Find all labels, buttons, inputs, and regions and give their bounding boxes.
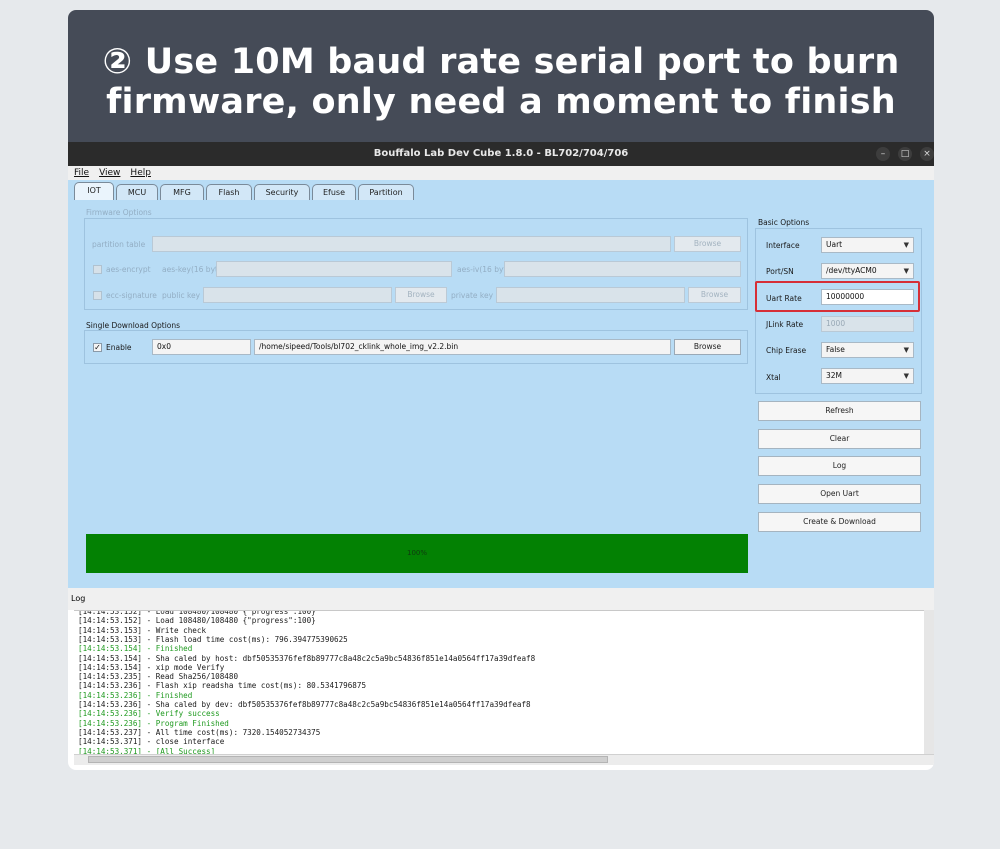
close-button[interactable]: × bbox=[920, 147, 934, 161]
port-label: Port/SN bbox=[766, 267, 794, 276]
aes-iv-field bbox=[504, 261, 741, 277]
public-key-browse-button[interactable]: Browse bbox=[395, 287, 447, 303]
log-line: [14:14:53.153] - Flash load time cost(ms… bbox=[78, 634, 348, 644]
firmware-options-title: Firmware Options bbox=[86, 208, 152, 217]
tab-mcu[interactable]: MCU bbox=[116, 184, 158, 200]
port-select[interactable]: /dev/ttyACM0 ▼ bbox=[821, 263, 914, 279]
log-line: [14:14:53.236] - Sha caled by dev: dbf50… bbox=[78, 700, 531, 709]
window-titlebar: Bouffalo Lab Dev Cube 1.8.0 - BL702/704/… bbox=[68, 142, 934, 166]
chevron-down-icon: ▼ bbox=[903, 267, 909, 275]
log-output[interactable]: [14:14:53.152] - Load 108480/108480 {"pr… bbox=[74, 610, 934, 755]
chip-erase-select[interactable]: False ▼ bbox=[821, 342, 914, 358]
tab-efuse[interactable]: Efuse bbox=[312, 184, 356, 200]
iot-tab-panel: Firmware Options partition table Browse … bbox=[68, 200, 934, 588]
minimize-button[interactable]: – bbox=[876, 147, 890, 161]
screenshot-card: ② Use 10M baud rate serial port to burn … bbox=[68, 10, 934, 770]
enable-checkbox[interactable]: ✓ bbox=[93, 343, 102, 352]
log-line: [14:14:53.153] - Write check bbox=[78, 625, 207, 635]
tab-iot[interactable]: IOT bbox=[74, 182, 114, 200]
public-key-label: public key bbox=[162, 291, 201, 300]
tab-bar: IOT MCU MFG Flash Security Efuse Partiti… bbox=[68, 180, 934, 200]
chevron-down-icon: ▼ bbox=[903, 241, 909, 249]
log-line: [14:14:53.235] - Read Sha256/108480 bbox=[78, 672, 239, 682]
log-horizontal-scrollbar[interactable] bbox=[74, 754, 934, 765]
log-line: [14:14:53.371] - close interface bbox=[78, 737, 225, 747]
file-path-field[interactable]: /home/sipeed/Tools/bl702_cklink_whole_im… bbox=[254, 339, 671, 355]
log-header: Log bbox=[68, 588, 934, 610]
file-browse-button[interactable]: Browse bbox=[674, 339, 741, 355]
enable-label: Enable bbox=[106, 343, 132, 352]
progress-bar: 100% bbox=[86, 534, 748, 573]
port-value: /dev/ttyACM0 bbox=[826, 266, 877, 275]
log-title: Log bbox=[71, 594, 86, 603]
chip-erase-label: Chip Erase bbox=[766, 346, 807, 355]
log-line: [14:14:53.237] - All time cost(ms): 7320… bbox=[78, 727, 321, 737]
log-vertical-scrollbar[interactable] bbox=[924, 610, 934, 754]
maximize-button[interactable]: □ bbox=[898, 147, 912, 161]
menu-view[interactable]: View bbox=[99, 168, 120, 178]
chevron-down-icon: ▼ bbox=[903, 372, 909, 380]
private-key-field bbox=[496, 287, 685, 303]
interface-label: Interface bbox=[766, 241, 800, 250]
log-line: [14:14:53.154] - Sha caled by host: dbf5… bbox=[78, 653, 536, 663]
caption-banner: ② Use 10M baud rate serial port to burn … bbox=[68, 10, 934, 142]
tab-partition[interactable]: Partition bbox=[358, 184, 414, 200]
log-line: [14:14:53.236] - Verify success bbox=[78, 709, 220, 719]
interface-value: Uart bbox=[826, 240, 843, 249]
interface-select[interactable]: Uart ▼ bbox=[821, 237, 914, 253]
caption-line-2: firmware, only need a moment to finish bbox=[106, 82, 896, 122]
log-line: [14:14:53.154] - Finished bbox=[78, 644, 193, 654]
refresh-button[interactable]: Refresh bbox=[758, 401, 921, 421]
menu-file[interactable]: File bbox=[74, 168, 89, 178]
public-key-field bbox=[203, 287, 392, 303]
log-line: [14:14:53.236] - Finished bbox=[78, 690, 193, 700]
aes-key-field bbox=[216, 261, 452, 277]
basic-options-title: Basic Options bbox=[758, 218, 810, 227]
partition-table-field bbox=[152, 236, 671, 252]
window-title: Bouffalo Lab Dev Cube 1.8.0 - BL702/704/… bbox=[373, 148, 629, 159]
xtal-value: 32M bbox=[826, 371, 843, 380]
caption-line-1: ② Use 10M baud rate serial port to burn bbox=[102, 42, 900, 82]
xtal-select[interactable]: 32M ▼ bbox=[821, 368, 914, 384]
log-line: [14:14:53.236] - Program Finished bbox=[78, 718, 229, 728]
partition-table-label: partition table bbox=[92, 240, 146, 249]
clear-button[interactable]: Clear bbox=[758, 429, 921, 449]
aes-encrypt-checkbox[interactable] bbox=[93, 265, 102, 274]
chip-erase-value: False bbox=[826, 345, 845, 354]
xtal-label: Xtal bbox=[766, 373, 781, 382]
private-key-label: private key bbox=[451, 291, 494, 300]
menu-bar: File View Help bbox=[68, 166, 934, 180]
aes-encrypt-label: aes-encrypt bbox=[106, 265, 151, 274]
jlink-rate-field: 1000 bbox=[821, 316, 914, 332]
partition-browse-button[interactable]: Browse bbox=[674, 236, 741, 252]
log-line: [14:14:53.154] - xip mode Verify bbox=[78, 662, 225, 672]
log-line: [14:14:53.236] - Flash xip readsha time … bbox=[78, 681, 367, 691]
ecc-signature-label: ecc-signature bbox=[106, 291, 157, 300]
ecc-signature-checkbox[interactable] bbox=[93, 291, 102, 300]
open-uart-button[interactable]: Open Uart bbox=[758, 484, 921, 504]
tab-flash[interactable]: Flash bbox=[206, 184, 252, 200]
address-field[interactable]: 0x0 bbox=[152, 339, 251, 355]
chevron-down-icon: ▼ bbox=[903, 346, 909, 354]
jlink-rate-label: JLink Rate bbox=[766, 320, 804, 329]
progress-label: 100% bbox=[406, 549, 427, 557]
uart-rate-highlight-box bbox=[755, 281, 920, 312]
log-button[interactable]: Log bbox=[758, 456, 921, 476]
tab-mfg[interactable]: MFG bbox=[160, 184, 204, 200]
scrollbar-thumb[interactable] bbox=[88, 756, 608, 763]
private-key-browse-button[interactable]: Browse bbox=[688, 287, 741, 303]
create-download-button[interactable]: Create & Download bbox=[758, 512, 921, 532]
menu-help[interactable]: Help bbox=[130, 168, 151, 178]
single-download-title: Single Download Options bbox=[86, 321, 181, 330]
log-line: [14:14:53.152] - Load 108480/108480 {"pr… bbox=[78, 616, 316, 626]
tab-security[interactable]: Security bbox=[254, 184, 310, 200]
